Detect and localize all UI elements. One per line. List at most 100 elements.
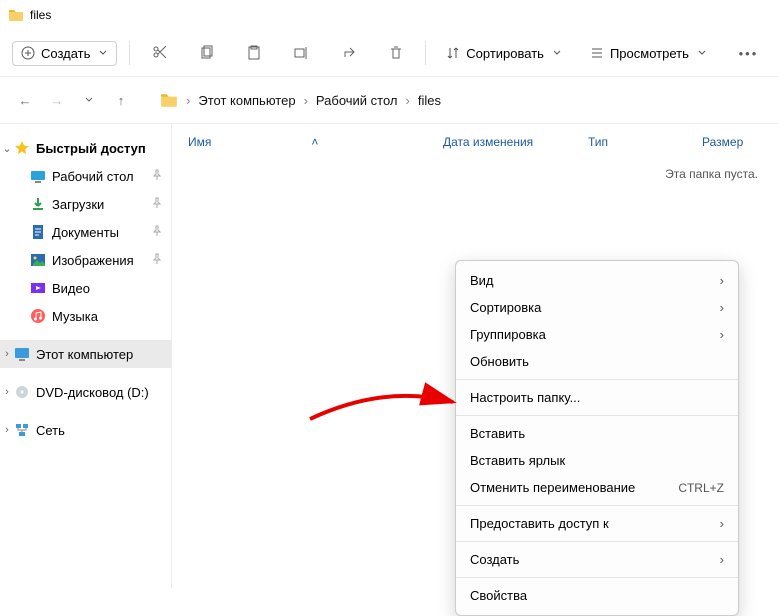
crumb-separator: ›: [304, 93, 308, 108]
chevron-down-icon: [84, 95, 94, 105]
context-menu-item[interactable]: Обновить: [456, 348, 738, 375]
chevron-down-icon: ⌄: [2, 142, 12, 155]
chevron-right-icon: ›: [720, 327, 724, 342]
desktop-icon: [30, 168, 46, 184]
menu-separator: [456, 379, 738, 380]
copy-icon: [199, 45, 215, 61]
col-date[interactable]: Дата изменения: [443, 130, 588, 153]
pin-icon: [151, 253, 163, 268]
sidebar-label: Видео: [52, 281, 90, 296]
up-button[interactable]: ↑: [112, 93, 130, 108]
col-name[interactable]: Имя˄: [188, 130, 443, 153]
folder-icon: [8, 7, 24, 23]
menu-label: Настроить папку...: [470, 390, 580, 405]
sidebar-label: Сеть: [36, 423, 65, 438]
context-menu-item[interactable]: Предоставить доступ к ›: [456, 510, 738, 537]
sidebar-item[interactable]: Рабочий стол: [0, 162, 171, 190]
menu-label: Сортировка: [470, 300, 541, 315]
crumb-separator: ›: [406, 93, 410, 108]
chevron-right-icon: ›: [2, 424, 12, 436]
context-menu: Вид › Сортировка › Группировка › Обновить Настр…: [455, 260, 739, 616]
context-menu-item[interactable]: Отменить переименованиеCTRL+Z: [456, 474, 738, 501]
address-bar[interactable]: › Этот компьютер › Рабочий стол › files: [160, 91, 441, 109]
delete-button[interactable]: [378, 35, 413, 71]
chevron-right-icon: ›: [720, 300, 724, 315]
context-menu-item[interactable]: Вставить: [456, 420, 738, 447]
sort-label: Сортировать: [466, 46, 544, 61]
doc-icon: [30, 224, 46, 240]
separator: [425, 41, 426, 65]
menu-label: Группировка: [470, 327, 546, 342]
titlebar: files: [0, 0, 778, 30]
paste-button[interactable]: [237, 35, 272, 71]
crumb[interactable]: Рабочий стол: [316, 93, 398, 108]
create-button[interactable]: Создать: [12, 41, 117, 66]
menu-label: Свойства: [470, 588, 527, 603]
sidebar: ⌄ Быстрый доступ Рабочий стол ЗагрузкиДок…: [0, 124, 172, 588]
menu-separator: [456, 541, 738, 542]
clipboard-icon: [246, 45, 262, 61]
forward-button[interactable]: →: [48, 93, 66, 108]
window-title: files: [30, 8, 51, 22]
more-button[interactable]: •••: [731, 35, 766, 71]
sidebar-quick-access[interactable]: ⌄ Быстрый доступ: [0, 134, 171, 162]
menu-label: Вид: [470, 273, 494, 288]
sidebar-label: Быстрый доступ: [36, 141, 146, 156]
context-menu-item[interactable]: Свойства: [456, 582, 738, 609]
context-menu-item[interactable]: Сортировка ›: [456, 294, 738, 321]
menu-separator: [456, 577, 738, 578]
sidebar-dvd[interactable]: › DVD-дисковод (D:): [0, 378, 171, 406]
sidebar-network[interactable]: › Сеть: [0, 416, 171, 444]
pin-icon: [151, 225, 163, 240]
context-menu-item[interactable]: Вид ›: [456, 267, 738, 294]
sidebar-item[interactable]: Изображения: [0, 246, 171, 274]
chevron-right-icon: ›: [720, 273, 724, 288]
nav-row: ← → ↑ › Этот компьютер › Рабочий стол › …: [0, 77, 778, 123]
cut-button[interactable]: [142, 35, 177, 71]
copy-button[interactable]: [190, 35, 225, 71]
view-button[interactable]: Просмотреть: [582, 42, 715, 65]
view-label: Просмотреть: [610, 46, 689, 61]
folder-icon: [160, 91, 178, 109]
create-label: Создать: [41, 46, 90, 61]
chevron-down-icon: [697, 48, 707, 58]
monitor-icon: [14, 346, 30, 362]
crumb[interactable]: Этот компьютер: [198, 93, 295, 108]
sort-button[interactable]: Сортировать: [438, 42, 570, 65]
sidebar-this-pc[interactable]: › Этот компьютер: [0, 340, 171, 368]
col-size[interactable]: Размер: [702, 130, 743, 153]
sidebar-item[interactable]: Загрузки: [0, 190, 171, 218]
sidebar-label: Этот компьютер: [36, 347, 133, 362]
context-menu-item[interactable]: Создать›: [456, 546, 738, 573]
sidebar-label: Изображения: [52, 253, 134, 268]
crumb-separator: ›: [186, 93, 190, 108]
menu-separator: [456, 505, 738, 506]
download-icon: [30, 196, 46, 212]
disc-icon: [14, 384, 30, 400]
sidebar-item[interactable]: Видео: [0, 274, 171, 302]
crumb[interactable]: files: [418, 93, 441, 108]
context-menu-item[interactable]: Группировка ›: [456, 321, 738, 348]
menu-label: Обновить: [470, 354, 529, 369]
context-menu-item[interactable]: Вставить ярлык: [456, 447, 738, 474]
chevron-down-icon: [98, 48, 108, 58]
sidebar-item[interactable]: Документы: [0, 218, 171, 246]
recent-button[interactable]: [80, 93, 98, 108]
col-type[interactable]: Тип: [588, 130, 702, 153]
empty-folder-message: Эта папка пуста.: [172, 157, 778, 181]
chevron-right-icon: ›: [720, 516, 724, 531]
menu-label: Предоставить доступ к: [470, 516, 609, 531]
chevron-down-icon: [552, 48, 562, 58]
sidebar-label: Рабочий стол: [52, 169, 134, 184]
pin-icon: [151, 197, 163, 212]
plus-circle-icon: [21, 46, 35, 60]
rename-button[interactable]: [284, 35, 319, 71]
context-menu-item[interactable]: Настроить папку...: [456, 384, 738, 411]
chevron-right-icon: ›: [720, 552, 724, 567]
scissors-icon: [152, 45, 168, 61]
video-icon: [30, 280, 46, 296]
back-button[interactable]: ←: [16, 93, 34, 108]
separator: [129, 41, 130, 65]
sidebar-item[interactable]: Музыка: [0, 302, 171, 330]
share-button[interactable]: [331, 35, 366, 71]
